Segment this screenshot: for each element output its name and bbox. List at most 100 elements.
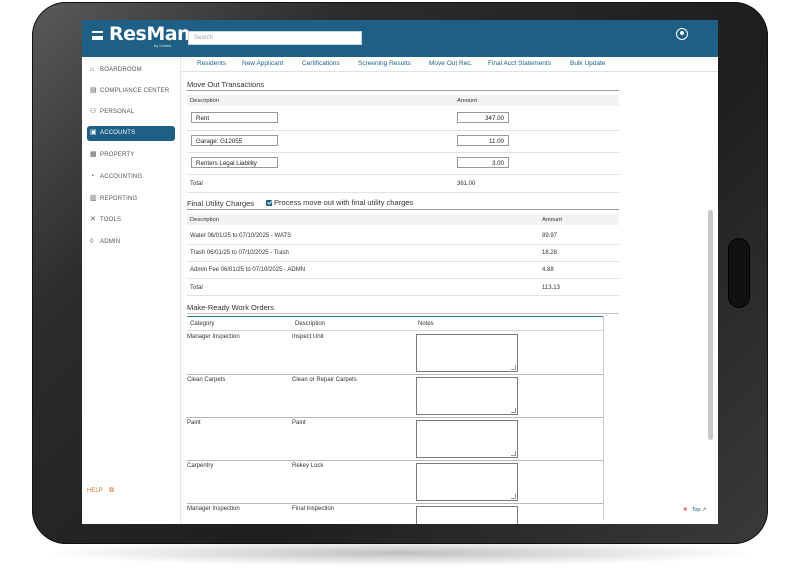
- sidebar-item-label: ACCOUNTING: [100, 174, 143, 180]
- tab-bulk-update[interactable]: Bulk Update: [570, 60, 605, 67]
- tab-residents[interactable]: Residents: [197, 60, 226, 67]
- work-order-description: Paint: [292, 420, 306, 426]
- total-value: 361.00: [457, 181, 476, 187]
- col-category: Category: [190, 321, 215, 327]
- sidebar-item-label: COMPLIANCE CENTER: [100, 88, 170, 94]
- sidebar-item-personal[interactable]: ⚇ PERSONAL: [87, 105, 175, 120]
- sidebar-item-label: PERSONAL: [100, 109, 135, 115]
- back-to-top-link[interactable]: ✕ Top ↗: [683, 507, 707, 513]
- sidebar-item-accounts[interactable]: ▣ ACCOUNTS: [87, 126, 175, 141]
- help-link[interactable]: HELP ⧉: [87, 487, 114, 494]
- process-utility-checkbox[interactable]: [266, 200, 272, 206]
- table-row: Trash 06/01/25 to 07/10/2025 - Trash 18.…: [187, 244, 619, 262]
- utility-description: Water 06/01/25 to 07/10/2025 - WATS: [190, 233, 292, 239]
- person-icon: ⚇: [90, 108, 97, 115]
- total-label: Total: [190, 285, 203, 291]
- sidebar-item-label: REPORTING: [100, 196, 138, 202]
- total-row: Total 361.00: [187, 174, 619, 193]
- col-amount: Amount: [457, 98, 477, 104]
- section-divider: [187, 209, 619, 210]
- notes-textarea[interactable]: [416, 420, 518, 458]
- process-utility-label[interactable]: Process move out with final utility char…: [274, 198, 413, 207]
- section-divider: [187, 90, 619, 91]
- home-icon: ⌂: [90, 66, 95, 73]
- top-label: Top: [691, 507, 701, 513]
- table-row: Water 06/01/25 to 07/10/2025 - WATS 89.9…: [187, 227, 619, 245]
- tab-certifications[interactable]: Certifications: [302, 60, 340, 67]
- gauge-icon: ◔: [90, 173, 95, 180]
- work-order-category: Clean Carpets: [187, 377, 226, 383]
- work-order-description: Clean or Repair Carpets: [292, 377, 357, 383]
- tools-icon: ✕: [90, 216, 97, 223]
- sidebar-item-label: PROPERTY: [100, 152, 135, 158]
- work-order-description: Rekey Lock: [292, 463, 324, 469]
- amount-field[interactable]: 3.00: [457, 157, 509, 168]
- description-field[interactable]: Rent: [191, 112, 278, 123]
- hamburger-menu-icon[interactable]: [92, 31, 103, 40]
- work-order-category: Manager Inspection: [187, 506, 240, 512]
- top-bar: ResMan by Inhabit Search: [82, 20, 718, 57]
- description-field[interactable]: Renters Legal Liability: [191, 157, 278, 168]
- amount-field[interactable]: 11.00: [457, 135, 509, 146]
- description-field[interactable]: Garage: G12055: [191, 135, 278, 146]
- app-logo[interactable]: ResMan: [109, 23, 191, 45]
- sidebar-item-property[interactable]: ▦ PROPERTY: [87, 148, 175, 163]
- amount-field[interactable]: 347.00: [457, 112, 509, 123]
- arrow-up-icon: ↗: [702, 507, 707, 513]
- sidebar-item-compliance-center[interactable]: ▤ COMPLIANCE CENTER: [87, 84, 175, 99]
- col-notes: Notes: [418, 321, 434, 327]
- utility-header: Description Amount: [187, 214, 619, 225]
- sidebar-item-label: BOARDROOM: [100, 67, 142, 73]
- notes-textarea[interactable]: [416, 506, 518, 524]
- table-row: Rent 347.00: [187, 108, 619, 131]
- utility-description: Admin Fee 06/01/25 to 07/10/2025 - ADMN: [190, 267, 306, 273]
- sidebar: ⌂ BOARDROOM ▤ COMPLIANCE CENTER ⚇ PERSON…: [82, 57, 181, 524]
- user-account-icon[interactable]: [676, 28, 688, 40]
- section-divider: [187, 313, 619, 314]
- table-row: Garage: G12055 11.00: [187, 130, 619, 153]
- move-out-title: Move Out Transactions: [187, 80, 265, 89]
- tab-final-acct-statements[interactable]: Final Acct Statements: [488, 60, 551, 67]
- col-description: Description: [295, 321, 326, 327]
- utility-amount: 89.97: [542, 233, 558, 239]
- close-icon[interactable]: ✕: [683, 507, 688, 513]
- utility-title: Final Utility Charges: [187, 199, 255, 208]
- notes-textarea[interactable]: [416, 334, 518, 372]
- make-ready-title: Make-Ready Work Orders: [187, 303, 274, 312]
- make-ready-table: Category Description Notes Manager Inspe…: [187, 316, 604, 524]
- total-row: Total 113.13: [187, 278, 619, 296]
- col-description: Description: [190, 217, 219, 223]
- total-label: Total: [190, 181, 203, 187]
- notes-textarea[interactable]: [416, 463, 518, 501]
- table-row: Clean Carpets Clean or Repair Carpets: [187, 374, 603, 418]
- col-description: Description: [190, 98, 219, 104]
- table-row: Admin Fee 06/01/25 to 07/10/2025 - ADMN …: [187, 261, 619, 279]
- search-input[interactable]: Search: [188, 31, 362, 45]
- work-order-description: Final Inspection: [292, 506, 335, 512]
- sidebar-item-tools[interactable]: ✕ TOOLS: [87, 213, 175, 228]
- total-value: 113.13: [542, 285, 560, 291]
- sidebar-item-boardroom[interactable]: ⌂ BOARDROOM: [87, 63, 175, 78]
- work-order-category: Paint: [187, 420, 201, 426]
- work-order-category: Carpentry: [187, 463, 214, 469]
- col-amount: Amount: [542, 217, 562, 223]
- move-out-header: Description Amount: [187, 95, 619, 106]
- sidebar-item-label: ADMIN: [100, 239, 121, 245]
- tab-new-applicant[interactable]: New Applicant: [242, 60, 283, 67]
- tab-screening-results[interactable]: Screening Results: [358, 60, 411, 67]
- vertical-scrollbar[interactable]: [708, 210, 713, 440]
- sidebar-item-admin[interactable]: ◊ ADMIN: [87, 235, 175, 250]
- sidebar-item-accounting[interactable]: ◔ ACCOUNTING: [87, 170, 175, 185]
- shield-icon: ◊: [90, 238, 94, 245]
- work-order-description: Inspect Unit: [292, 334, 324, 340]
- sidebar-item-reporting[interactable]: ▥ REPORTING: [87, 192, 175, 207]
- notes-textarea[interactable]: [416, 377, 518, 415]
- utility-description: Trash 06/01/25 to 07/10/2025 - Trash: [190, 250, 289, 256]
- clipboard-icon: ▤: [90, 87, 97, 94]
- work-order-category: Manager Inspection: [187, 334, 240, 340]
- tab-move-out-rec[interactable]: Move Out Rec.: [429, 60, 472, 67]
- sidebar-item-label: TOOLS: [100, 217, 122, 223]
- chart-icon: ▥: [90, 195, 97, 202]
- help-label: HELP: [87, 488, 103, 494]
- account-tabs: Residents New Applicant Certifications S…: [181, 57, 718, 72]
